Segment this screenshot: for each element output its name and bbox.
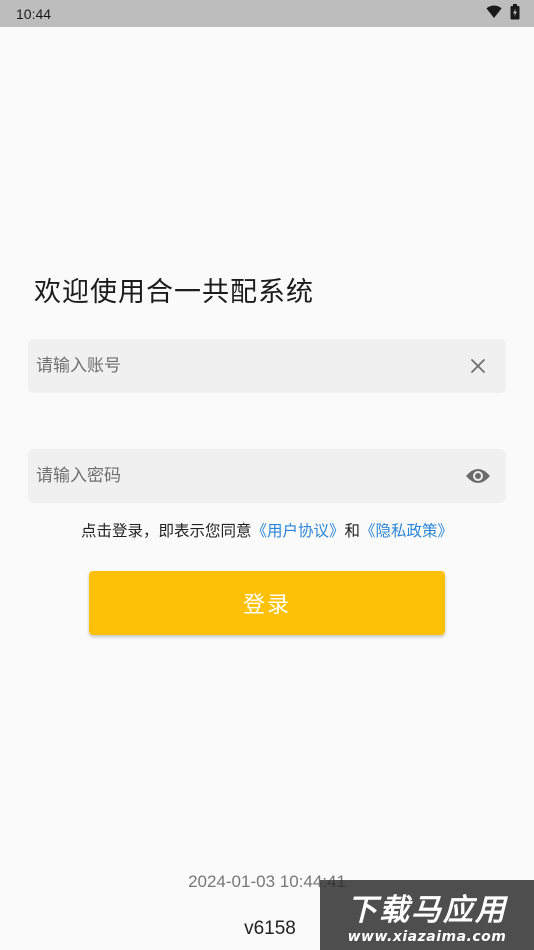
status-time: 10:44 xyxy=(16,5,52,22)
wifi-icon xyxy=(486,4,502,23)
privacy-policy-link[interactable]: 《隐私政策》 xyxy=(360,522,453,540)
login-button[interactable]: 登录 xyxy=(89,571,445,635)
watermark-url: www.xiazaima.com xyxy=(347,929,507,945)
password-input[interactable] xyxy=(36,466,464,486)
account-field xyxy=(28,339,506,393)
clear-icon[interactable] xyxy=(464,352,492,380)
status-icons xyxy=(486,3,520,24)
eye-icon[interactable] xyxy=(464,462,492,490)
password-field xyxy=(28,449,506,503)
watermark-logo: 下载马应用 www.xiazaima.com xyxy=(320,880,534,950)
battery-icon xyxy=(510,3,520,24)
status-bar: 10:44 xyxy=(0,0,534,27)
watermark-title: 下载马应用 xyxy=(347,893,507,928)
agreement-conjunction: 和 xyxy=(344,522,361,540)
agreement-prefix: 点击登录，即表示您同意 xyxy=(80,522,252,540)
page-title: 欢迎使用合一共配系统 xyxy=(34,277,314,308)
agreement-text: 点击登录，即表示您同意《用户协议》和《隐私政策》 xyxy=(0,519,534,541)
user-agreement-link[interactable]: 《用户协议》 xyxy=(251,522,344,540)
account-input[interactable] xyxy=(36,356,464,376)
